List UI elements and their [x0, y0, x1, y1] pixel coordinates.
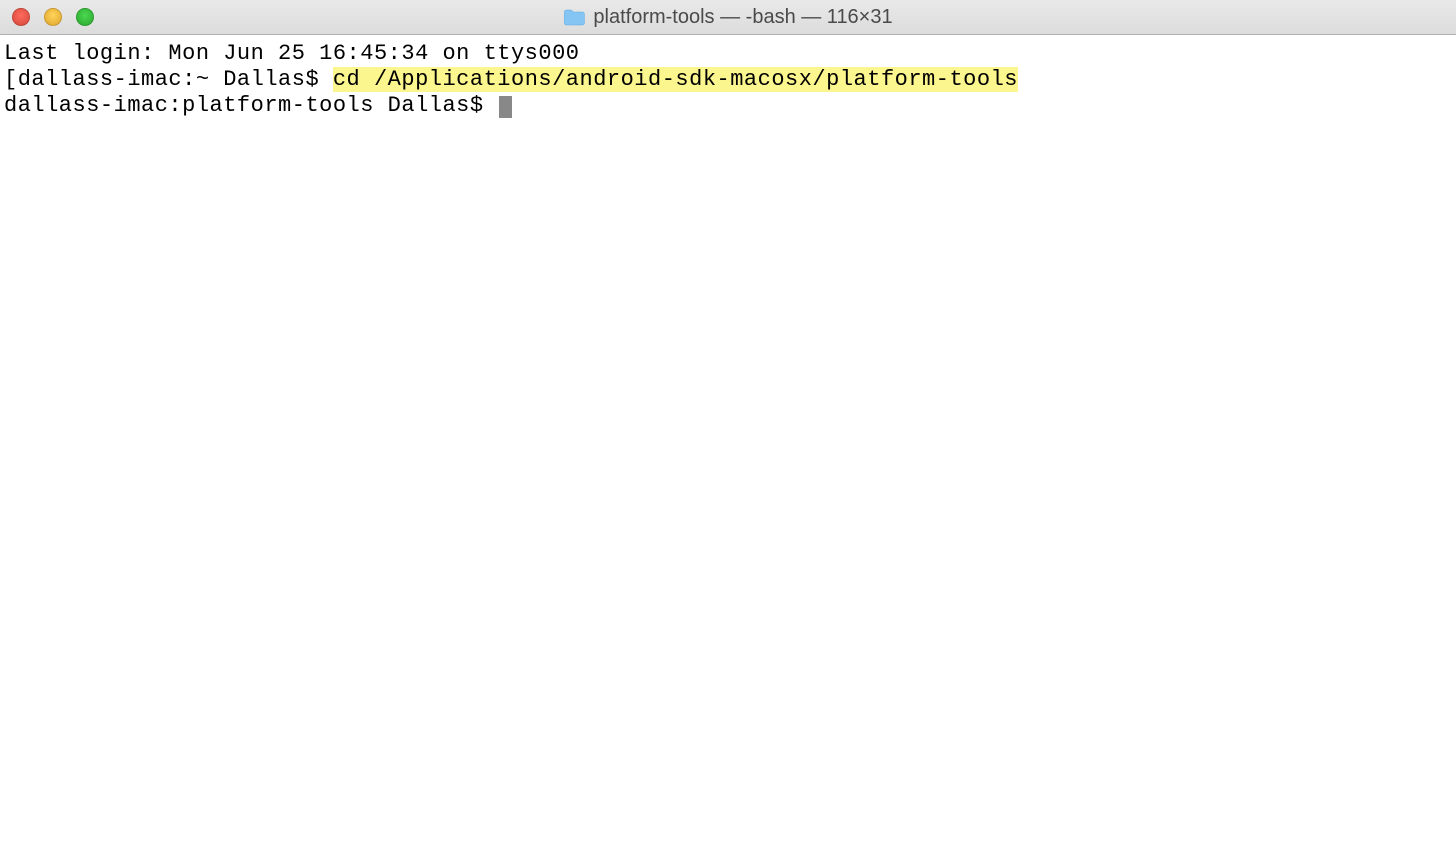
window-title: platform-tools — -bash — 116×31 — [593, 6, 892, 29]
close-button[interactable] — [12, 8, 30, 26]
highlighted-command: cd /Applications/android-sdk-macosx/plat… — [333, 67, 1018, 92]
terminal-line: Last login: Mon Jun 25 16:45:34 on ttys0… — [4, 41, 1452, 67]
folder-icon — [563, 8, 585, 26]
minimize-button[interactable] — [44, 8, 62, 26]
maximize-button[interactable] — [76, 8, 94, 26]
window-title-group: platform-tools — -bash — 116×31 — [563, 6, 892, 29]
prompt-text: [dallass-imac:~ Dallas$ — [4, 67, 333, 92]
terminal-line: [dallass-imac:~ Dallas$ cd /Applications… — [4, 67, 1452, 93]
terminal-content[interactable]: Last login: Mon Jun 25 16:45:34 on ttys0… — [0, 35, 1456, 125]
traffic-lights — [0, 8, 94, 26]
window-titlebar: platform-tools — -bash — 116×31 — [0, 0, 1456, 35]
prompt-text: dallass-imac:platform-tools Dallas$ — [4, 93, 497, 118]
last-login-text: Last login: Mon Jun 25 16:45:34 on ttys0… — [4, 41, 580, 66]
terminal-line: dallass-imac:platform-tools Dallas$ — [4, 93, 1452, 119]
cursor-icon — [499, 96, 512, 118]
